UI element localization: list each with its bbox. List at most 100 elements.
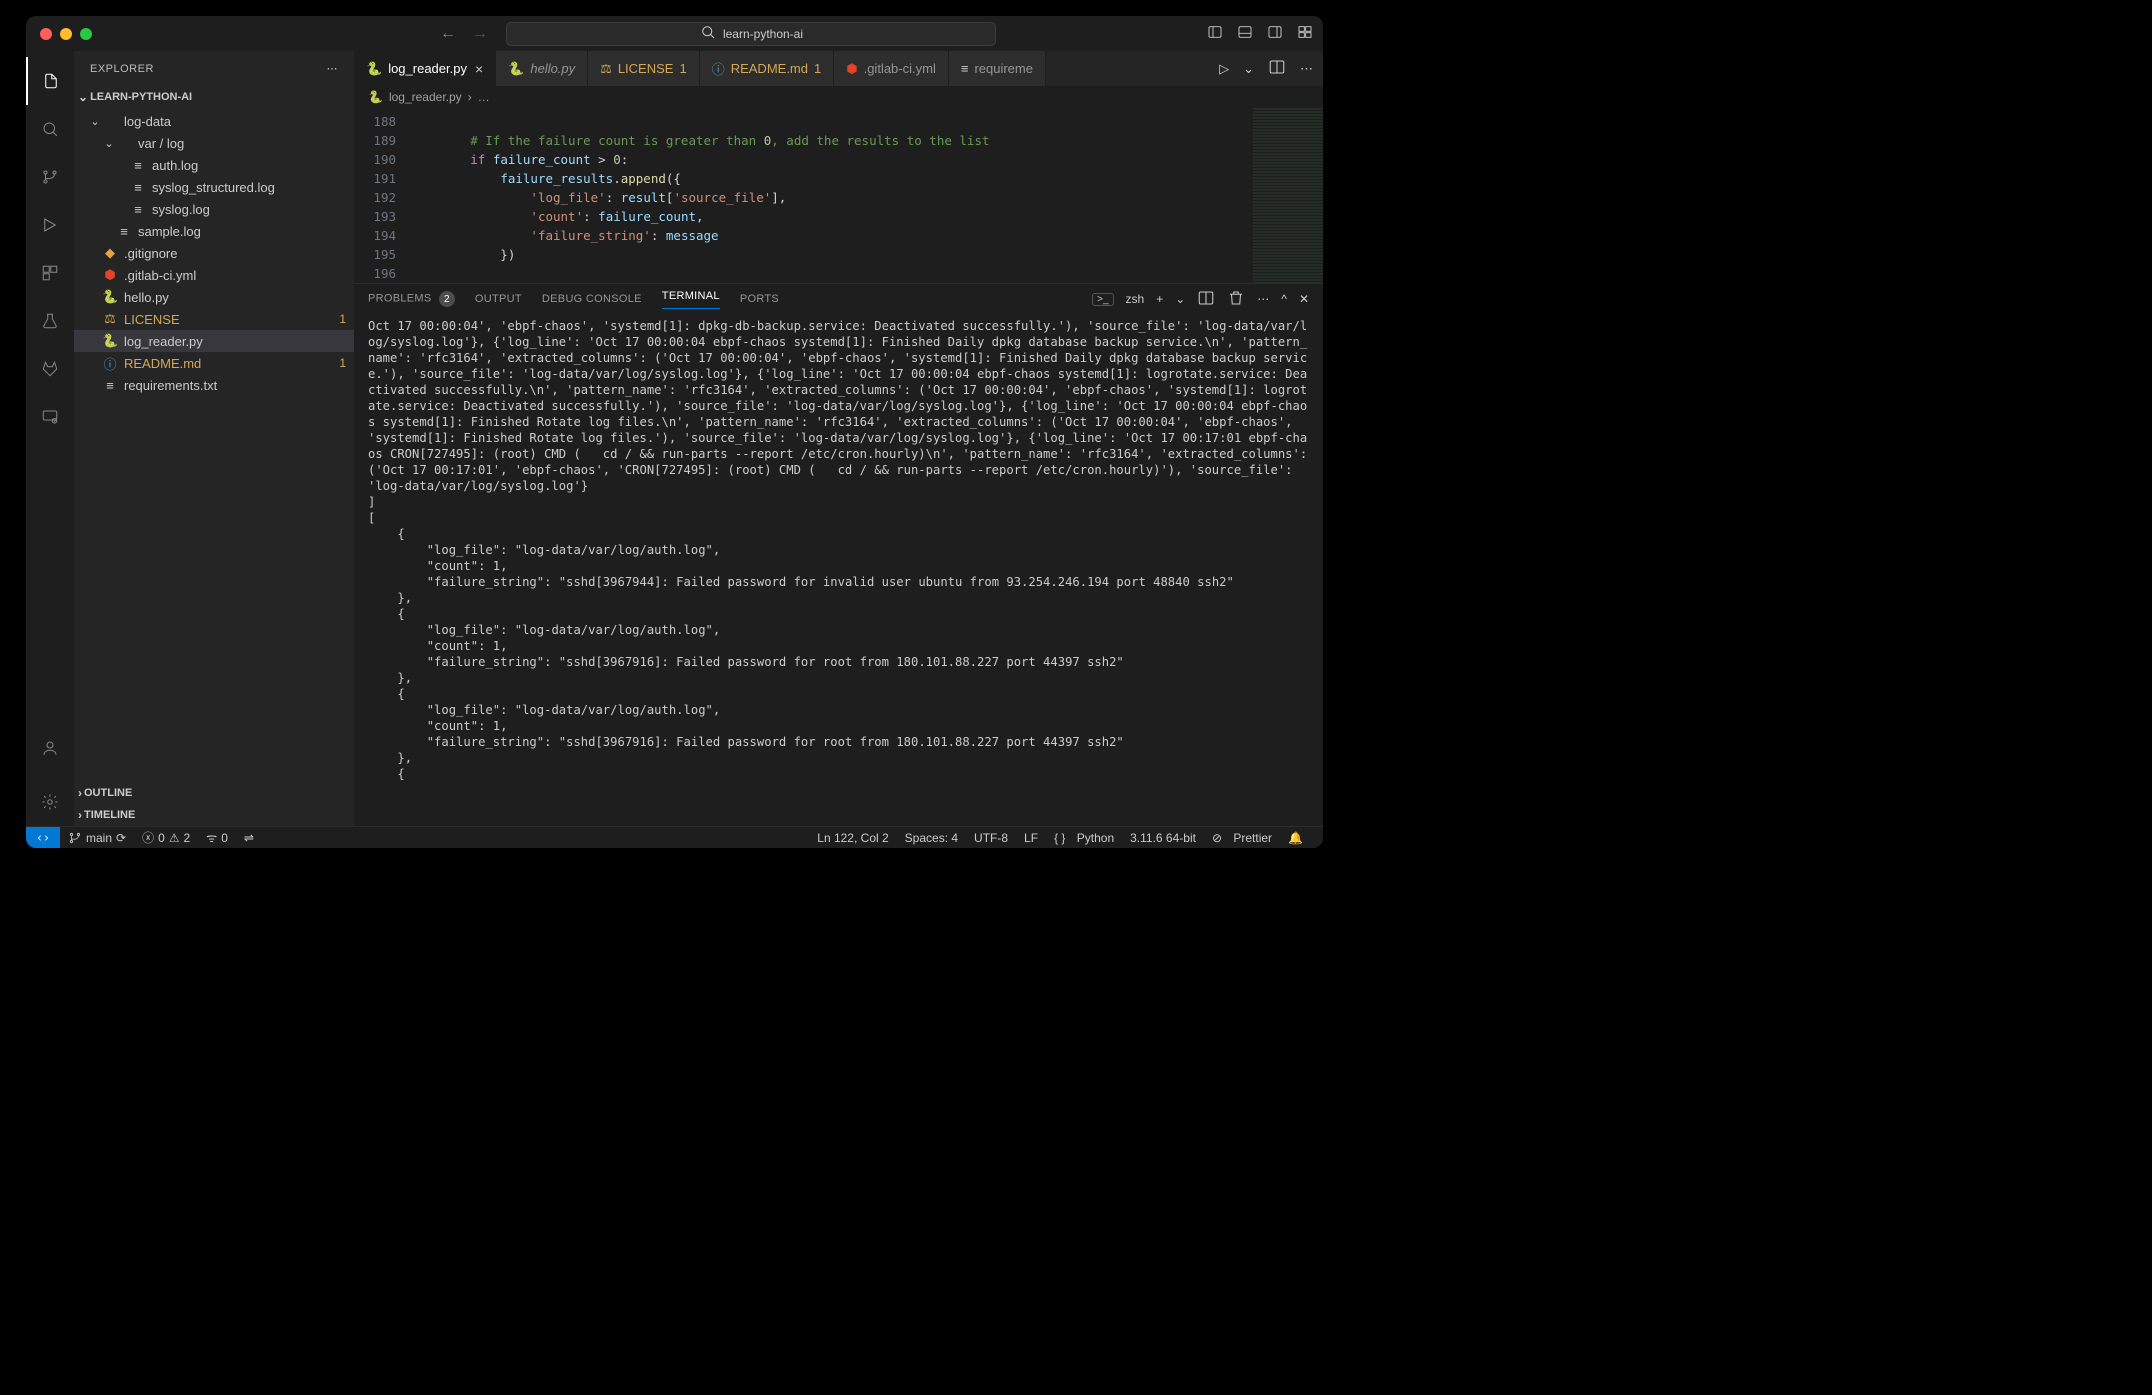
activity-source-control[interactable] bbox=[26, 153, 74, 201]
error-icon: ⓧ bbox=[142, 829, 154, 846]
activity-accounts[interactable] bbox=[26, 724, 74, 772]
run-icon[interactable]: ▷ bbox=[1219, 61, 1229, 77]
file-row[interactable]: ⚖LICENSE1 bbox=[74, 308, 354, 330]
chevron-down-icon: ⌄ bbox=[78, 90, 88, 104]
layout-sidebar-right-icon[interactable] bbox=[1267, 24, 1283, 43]
status-problems[interactable]: ⓧ0 ⚠2 bbox=[134, 829, 198, 846]
file-row[interactable]: ⓘREADME.md1 bbox=[74, 352, 354, 374]
branch-name: main bbox=[86, 831, 112, 845]
command-center[interactable]: learn-python-ai bbox=[506, 22, 996, 46]
terminal-dropdown-icon[interactable]: ⌄ bbox=[1175, 292, 1185, 306]
status-branch[interactable]: main ⟳ bbox=[60, 831, 134, 845]
code-content[interactable]: # If the failure count is greater than 0… bbox=[410, 108, 1253, 283]
run-dropdown-icon[interactable]: ⌄ bbox=[1243, 61, 1254, 77]
editor-tab[interactable]: ⬢.gitlab-ci.yml bbox=[834, 51, 949, 86]
status-notifications[interactable]: 🔔 bbox=[1280, 831, 1311, 845]
folder-row[interactable]: ⌄var / log bbox=[74, 132, 354, 154]
file-row[interactable]: ≡sample.log bbox=[74, 220, 354, 242]
layout-panel-icon[interactable] bbox=[1237, 24, 1253, 43]
status-interpreter[interactable]: 3.11.6 64-bit bbox=[1122, 831, 1204, 845]
new-terminal-icon[interactable]: + bbox=[1156, 292, 1163, 306]
panel-tab-ports[interactable]: PORTS bbox=[740, 293, 779, 305]
breadcrumbs[interactable]: 🐍 log_reader.py › … bbox=[354, 86, 1323, 108]
activity-remote[interactable] bbox=[26, 393, 74, 441]
status-spaces[interactable]: Spaces: 4 bbox=[897, 831, 966, 845]
file-row[interactable]: 🐍hello.py bbox=[74, 286, 354, 308]
panel-tab-problems[interactable]: PROBLEMS 2 bbox=[368, 291, 455, 307]
minimap[interactable] bbox=[1253, 108, 1323, 283]
editor-tab[interactable]: ≡requireme bbox=[949, 51, 1046, 86]
more-actions-icon[interactable]: ⋯ bbox=[1300, 61, 1313, 77]
file-row[interactable]: ≡auth.log bbox=[74, 154, 354, 176]
split-editor-icon[interactable] bbox=[1268, 58, 1286, 79]
zoom-window-button[interactable] bbox=[80, 28, 92, 40]
timeline-section[interactable]: › TIMELINE bbox=[74, 804, 354, 826]
remote-indicator[interactable] bbox=[26, 827, 60, 849]
editor-tab[interactable]: 🐍 log_reader.py × bbox=[354, 51, 496, 86]
status-ports[interactable]: ᯤ0 bbox=[198, 829, 236, 846]
maximize-panel-icon[interactable]: ^ bbox=[1281, 292, 1287, 306]
nav-forward-icon[interactable]: → bbox=[472, 25, 488, 43]
file-name: README.md bbox=[124, 356, 335, 371]
status-language[interactable]: { } Python bbox=[1046, 831, 1122, 845]
file-name: log_reader.py bbox=[124, 334, 346, 349]
activity-search[interactable] bbox=[26, 105, 74, 153]
workspace-root-header[interactable]: ⌄ LEARN-PYTHON-AI bbox=[74, 86, 354, 108]
file-row[interactable]: ≡syslog_structured.log bbox=[74, 176, 354, 198]
breadcrumb-separator: › bbox=[468, 90, 472, 104]
panel-tab-terminal[interactable]: TERMINAL bbox=[662, 290, 720, 309]
nav-arrows: ← → bbox=[440, 25, 488, 43]
file-name: requirements.txt bbox=[124, 378, 346, 393]
explorer-more-icon[interactable]: ⋯ bbox=[327, 62, 339, 75]
status-prettier[interactable]: ⊘ Prettier bbox=[1204, 831, 1280, 845]
panel-tab-debug[interactable]: DEBUG CONSOLE bbox=[542, 293, 642, 305]
panel-tab-output[interactable]: OUTPUT bbox=[475, 293, 522, 305]
nav-back-icon[interactable]: ← bbox=[440, 25, 456, 43]
antenna-icon: ᯤ bbox=[206, 829, 217, 846]
split-terminal-icon[interactable] bbox=[1197, 289, 1215, 310]
minimize-window-button[interactable] bbox=[60, 28, 72, 40]
file-icon: 🐍 bbox=[366, 61, 382, 77]
terminal-output[interactable]: Oct 17 00:00:04', 'ebpf-chaos', 'systemd… bbox=[354, 314, 1323, 826]
file-icon: ⚖ bbox=[102, 311, 118, 327]
status-eol[interactable]: LF bbox=[1016, 831, 1046, 845]
file-row[interactable]: 🐍 log_reader.py bbox=[74, 330, 354, 352]
customize-layout-icon[interactable] bbox=[1297, 24, 1313, 43]
activity-explorer[interactable] bbox=[26, 57, 74, 105]
file-name: .gitignore bbox=[124, 246, 346, 261]
file-name: var / log bbox=[138, 136, 346, 151]
file-icon: 🐍 bbox=[102, 333, 118, 349]
gear-icon bbox=[41, 793, 59, 811]
editor-tab[interactable]: ⚖LICENSE1 bbox=[588, 51, 700, 86]
file-row[interactable]: ≡syslog.log bbox=[74, 198, 354, 220]
status-live-share[interactable]: ⇌ bbox=[236, 831, 262, 845]
layout-sidebar-left-icon[interactable] bbox=[1207, 24, 1223, 43]
shell-name[interactable]: zsh bbox=[1126, 292, 1145, 306]
status-cursor[interactable]: Ln 122, Col 2 bbox=[809, 831, 896, 845]
status-encoding[interactable]: UTF-8 bbox=[966, 831, 1016, 845]
close-window-button[interactable] bbox=[40, 28, 52, 40]
code-editor[interactable]: 188189190191192193194195196 # If the fai… bbox=[354, 108, 1323, 283]
activity-testing[interactable] bbox=[26, 297, 74, 345]
file-icon: ⚖ bbox=[600, 61, 612, 77]
tab-label: README.md bbox=[731, 61, 808, 76]
editor-tabs: 🐍 log_reader.py × 🐍hello.py⚖LICENSE1ⓘREADME… bbox=[354, 51, 1323, 86]
activity-extensions[interactable] bbox=[26, 249, 74, 297]
editor-tab[interactable]: ⓘREADME.md1 bbox=[700, 51, 835, 86]
folder-row[interactable]: ⌄log-data bbox=[74, 110, 354, 132]
file-row[interactable]: ≡requirements.txt bbox=[74, 374, 354, 396]
panel-more-icon[interactable]: ⋯ bbox=[1257, 292, 1269, 306]
activity-run-debug[interactable] bbox=[26, 201, 74, 249]
terminal-profile-icon[interactable]: >_ bbox=[1092, 293, 1113, 306]
close-panel-icon[interactable]: ✕ bbox=[1299, 292, 1309, 306]
editor-tab[interactable]: 🐍hello.py bbox=[496, 51, 588, 86]
kill-terminal-icon[interactable] bbox=[1227, 289, 1245, 310]
activity-settings[interactable] bbox=[26, 778, 74, 826]
file-row[interactable]: ⬢.gitlab-ci.yml bbox=[74, 264, 354, 286]
outline-section[interactable]: › OUTLINE bbox=[74, 782, 354, 804]
tab-label: log_reader.py bbox=[388, 61, 467, 76]
sync-icon[interactable]: ⟳ bbox=[116, 831, 126, 845]
file-row[interactable]: ◆.gitignore bbox=[74, 242, 354, 264]
activity-gitlab[interactable] bbox=[26, 345, 74, 393]
close-tab-icon[interactable]: × bbox=[475, 61, 483, 77]
